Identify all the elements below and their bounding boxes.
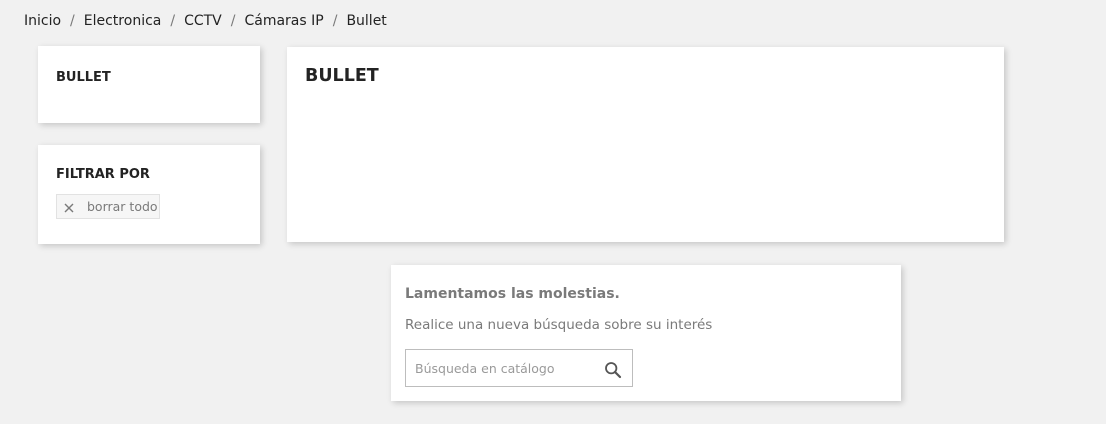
category-tree-title[interactable]: BULLET (56, 70, 111, 85)
breadcrumb-item-cctv[interactable]: CCTV (184, 13, 222, 29)
breadcrumb-separator: / (332, 13, 338, 29)
catalog-search-box (405, 349, 633, 387)
breadcrumb-item-home[interactable]: Inicio (24, 13, 61, 29)
breadcrumb-separator: / (170, 13, 176, 29)
breadcrumb-item-electronica[interactable]: Electronica (84, 13, 162, 29)
breadcrumb-item-camaras-ip[interactable]: Cámaras IP (244, 13, 323, 29)
no-products-block: Lamentamos las molestias. Realice una nu… (391, 265, 901, 401)
category-header-block: BULLET (287, 47, 1004, 242)
clear-all-label: borrar todo (87, 199, 158, 214)
filter-title: FILTRAR POR (56, 167, 150, 182)
breadcrumb: Inicio / Electronica / CCTV / Cámaras IP… (24, 13, 387, 29)
active-filters-block: FILTRAR POR borrar todo (38, 145, 260, 244)
category-tree-block: BULLET (38, 46, 260, 123)
breadcrumb-separator: / (70, 13, 75, 29)
not-found-message: Realice una nueva búsqueda sobre su inte… (405, 317, 713, 333)
breadcrumb-item-current: Bullet (346, 13, 387, 29)
search-icon[interactable] (604, 361, 622, 379)
close-icon (64, 203, 74, 212)
catalog-search-input[interactable] (415, 350, 595, 386)
not-found-heading: Lamentamos las molestias. (405, 286, 620, 302)
category-title: BULLET (305, 66, 379, 86)
breadcrumb-separator: / (230, 13, 236, 29)
clear-all-filters-button[interactable]: borrar todo (56, 194, 160, 219)
